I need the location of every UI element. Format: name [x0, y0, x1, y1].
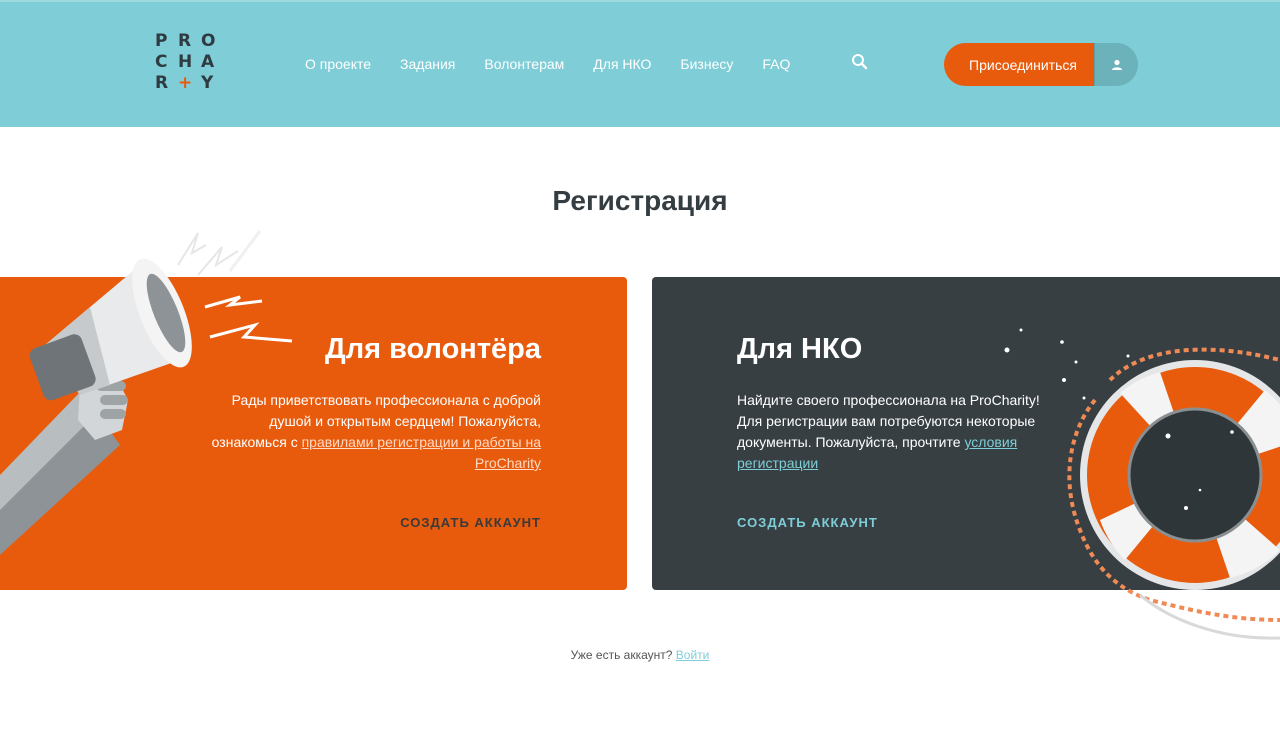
search-icon[interactable] — [851, 53, 869, 71]
login-link[interactable]: Войти — [676, 648, 710, 662]
join-button[interactable]: Присоединиться — [944, 43, 1094, 86]
site-header: P R O C H A R + Y О проекте Задания Воло… — [0, 0, 1280, 127]
logo-row-3: R + Y — [155, 72, 225, 93]
logo-letter: Y — [201, 72, 214, 93]
nav-item-nko[interactable]: Для НКО — [593, 54, 651, 74]
nko-card: Для НКО Найдите своего профессионала на … — [652, 277, 1280, 590]
user-icon — [1111, 59, 1122, 70]
nko-card-text: Найдите своего профессионала на ProChari… — [737, 390, 1062, 474]
nko-create-account-button[interactable]: СОЗДАТЬ АККАУНТ — [737, 515, 878, 530]
logo-letter: P — [155, 30, 168, 51]
volunteer-card: Для волонтёра Рады приветствовать профес… — [0, 277, 627, 590]
volunteer-card-title: Для волонтёра — [325, 333, 541, 365]
logo-letter: A — [201, 51, 215, 72]
logo-row-2: C H A — [155, 51, 225, 72]
main-nav: О проекте Задания Волонтерам Для НКО Биз… — [305, 54, 819, 74]
header-top-line — [0, 0, 1280, 2]
login-prompt: Уже есть аккаунт? Войти — [0, 648, 1280, 662]
volunteer-card-text: Рады приветствовать профессионала с добр… — [191, 390, 541, 474]
logo-letter: R — [155, 72, 169, 93]
logo-letter: O — [201, 30, 216, 51]
logo-letter: H — [178, 51, 193, 72]
login-question: Уже есть аккаунт? — [570, 648, 676, 662]
nav-item-about[interactable]: О проекте — [305, 54, 371, 74]
volunteer-rules-link[interactable]: правилами регистрации и работы на ProCha… — [302, 434, 541, 471]
user-login-button[interactable] — [1094, 43, 1138, 86]
logo-letter: C — [155, 51, 168, 72]
page-title: Регистрация — [552, 185, 728, 216]
nav-item-volunteers[interactable]: Волонтерам — [484, 54, 564, 74]
logo-cross-icon: + — [178, 72, 193, 93]
procharity-logo[interactable]: P R O C H A R + Y — [155, 30, 225, 98]
join-group: Присоединиться — [944, 43, 1138, 86]
nav-item-business[interactable]: Бизнесу — [680, 54, 733, 74]
nav-item-faq[interactable]: FAQ — [762, 54, 790, 74]
logo-letter: R — [178, 30, 192, 51]
nav-item-tasks[interactable]: Задания — [400, 54, 455, 74]
volunteer-create-account-button[interactable]: СОЗДАТЬ АККАУНТ — [400, 515, 541, 530]
nko-card-title: Для НКО — [737, 333, 863, 365]
logo-row-1: P R O — [155, 30, 225, 51]
